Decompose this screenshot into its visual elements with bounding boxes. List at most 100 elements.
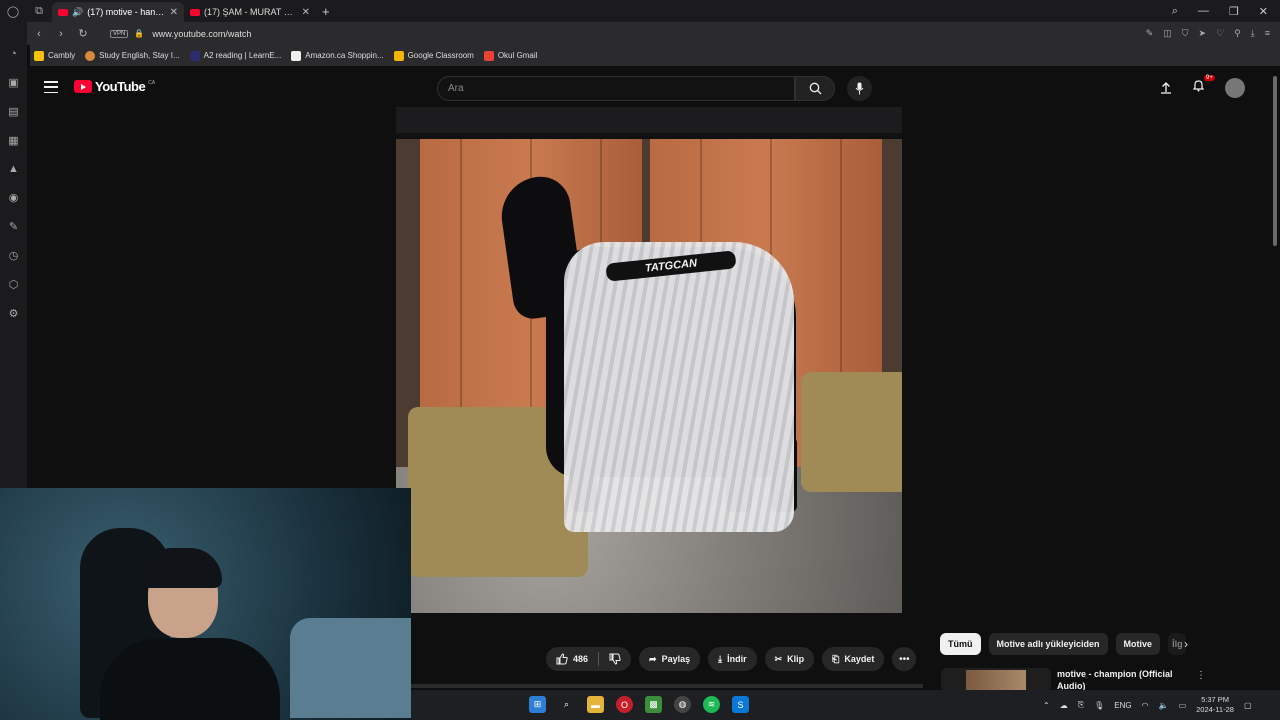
region-code: CA: [148, 79, 156, 86]
dislike-button[interactable]: [599, 647, 631, 671]
thumbs-down-icon: [609, 653, 621, 665]
voice-search-button[interactable]: [847, 76, 872, 101]
clock[interactable]: 5:37 PM 2024-11-28: [1196, 695, 1234, 715]
url-field[interactable]: www.youtube.com/watch: [152, 29, 251, 39]
save-button[interactable]: ⎗ Kaydet: [822, 647, 885, 671]
bookmark-google-classroom[interactable]: Google Classroom: [393, 50, 474, 61]
opera-icon[interactable]: O: [616, 696, 633, 713]
clock-date: 2024-11-28: [1196, 705, 1234, 714]
back-button[interactable]: ‹: [28, 28, 50, 40]
cube-icon[interactable]: ⬡: [9, 278, 19, 291]
recommendation-title[interactable]: motive - champion (Official Audio): [1057, 668, 1187, 690]
youtube-header: YouTube CA 9+: [27, 66, 1280, 108]
bookmark-study-english[interactable]: Study English, Stay I...: [85, 50, 180, 61]
arc-icon[interactable]: ▲: [8, 163, 19, 175]
bookmark-label: Okul Gmail: [497, 51, 538, 60]
shield-icon[interactable]: ⛉: [1182, 28, 1189, 39]
microphone-icon[interactable]: 🎙: [1094, 701, 1104, 710]
speed-dial-icon[interactable]: ◔: [10, 48, 17, 60]
maximize-button[interactable]: ❐: [1229, 5, 1239, 18]
new-tab-button[interactable]: +: [316, 4, 336, 19]
chevron-right-icon[interactable]: ›: [1184, 637, 1188, 651]
player-icon[interactable]: ◉: [9, 191, 19, 204]
chip-motive[interactable]: Motive: [1115, 633, 1161, 655]
page-scrollbar[interactable]: [1270, 66, 1280, 686]
clip-button[interactable]: ✂ Klip: [764, 647, 815, 671]
more-actions-button[interactable]: •••: [892, 647, 917, 671]
edit-notes-icon[interactable]: ✎: [9, 220, 18, 233]
forward-button[interactable]: ›: [50, 28, 72, 40]
tab-title: (17) motive - hanımefendi: [87, 7, 166, 17]
windows-taskbar: ⊞ ⌕ ▬ O ▩ ◍ ≋ S ⌃ ☁ ⎘ 🎙 ENG ◠ 🔈 ▭ 5:37 P…: [411, 690, 1280, 720]
spotify-icon[interactable]: ≋: [703, 696, 720, 713]
profile-icon[interactable]: ⚲: [1234, 28, 1241, 39]
battery-icon[interactable]: ▭: [1179, 701, 1187, 710]
chevron-up-icon[interactable]: ⌃: [1043, 701, 1050, 710]
send-icon[interactable]: ➤: [1199, 28, 1207, 39]
file-explorer-icon[interactable]: ▬: [587, 696, 604, 713]
obs-icon[interactable]: ◍: [674, 696, 691, 713]
download-button[interactable]: ⤓ İndir: [708, 647, 757, 671]
close-tab-icon[interactable]: ✕: [170, 7, 178, 18]
minecraft-icon[interactable]: ▩: [645, 696, 662, 713]
download-icon[interactable]: ⤓: [1251, 28, 1255, 39]
scissors-icon: ✂: [774, 653, 783, 664]
search-tabs-icon[interactable]: ⌕: [1172, 5, 1178, 18]
language-indicator[interactable]: ENG: [1114, 701, 1131, 710]
wifi-icon[interactable]: ◠: [1142, 701, 1149, 710]
lock-icon[interactable]: 🔒: [134, 29, 144, 38]
share-button[interactable]: ➦ Paylaş: [639, 647, 701, 671]
video-player[interactable]: TATGCAN: [396, 107, 902, 613]
guide-menu-icon[interactable]: [44, 81, 58, 93]
bookmark-label: Google Classroom: [407, 51, 474, 60]
reload-button[interactable]: ↻: [72, 27, 94, 40]
youtube-logo[interactable]: YouTube CA: [74, 79, 155, 94]
chip-from-uploader[interactable]: Motive adlı yükleyiciden: [988, 633, 1108, 655]
chip-all[interactable]: Tümü: [940, 633, 981, 655]
share-label: Paylaş: [661, 654, 691, 664]
windows-start-icon[interactable]: ⊞: [529, 696, 546, 713]
bookmark-amazon[interactable]: Amazon.ca Shoppin...: [291, 50, 384, 61]
heart-icon[interactable]: ♡: [1216, 28, 1224, 39]
search-icon: [809, 82, 821, 95]
minimize-button[interactable]: —: [1198, 5, 1209, 18]
search-box[interactable]: [437, 76, 795, 101]
vpn-badge[interactable]: VPN: [110, 29, 129, 38]
notifications-icon[interactable]: ▢: [1244, 701, 1252, 710]
opera-logo-icon[interactable]: ◯: [0, 0, 26, 22]
close-window-button[interactable]: ✕: [1259, 5, 1268, 18]
bookmark-cambly[interactable]: Cambly: [34, 50, 75, 61]
recommendation-menu-icon[interactable]: ⋮: [1196, 670, 1206, 681]
camera-icon[interactable]: ◫: [1163, 28, 1172, 39]
bookmark-icon: [85, 50, 96, 61]
notifications-button[interactable]: 9+: [1192, 75, 1215, 97]
wallet-icon[interactable]: ▣: [8, 76, 18, 89]
bookmark-a2-reading[interactable]: A2 reading | LearnE...: [189, 50, 281, 61]
avatar[interactable]: [1225, 78, 1245, 98]
tab-inactive[interactable]: (17) ŞAM - MURAT 131 / 8 ✕: [184, 2, 316, 22]
bookmark-icon: [291, 50, 302, 61]
tab-overview-icon[interactable]: ⧉: [26, 0, 52, 22]
search-button[interactable]: [795, 76, 835, 101]
tab-active[interactable]: 🔊 (17) motive - hanımefendi ✕: [52, 2, 184, 22]
edit-icon[interactable]: ✎: [1146, 28, 1154, 39]
search-icon[interactable]: ⌕: [558, 696, 575, 713]
notes-icon[interactable]: ▦: [8, 134, 18, 147]
skype-icon[interactable]: S: [732, 696, 749, 713]
upload-icon[interactable]: [1160, 82, 1172, 94]
network-share-icon[interactable]: ⎘: [1078, 700, 1084, 710]
history-icon[interactable]: ◷: [9, 249, 19, 262]
webcam-overlay: [0, 488, 411, 720]
close-tab-icon[interactable]: ✕: [302, 7, 310, 18]
speaker-icon: 🔊: [72, 6, 84, 17]
twitch-icon[interactable]: ▤: [8, 105, 18, 118]
onedrive-icon[interactable]: ☁: [1060, 701, 1068, 710]
settings-icon[interactable]: ⚙: [9, 307, 19, 320]
menu-icon[interactable]: ≡: [1265, 28, 1270, 39]
bookmark-okul-gmail[interactable]: Okul Gmail: [483, 50, 538, 61]
scrollbar-thumb[interactable]: [1273, 76, 1277, 246]
search-input[interactable]: [448, 83, 794, 94]
recommendation-thumbnail[interactable]: [941, 668, 1051, 692]
volume-icon[interactable]: 🔈: [1159, 701, 1169, 710]
like-button[interactable]: 486: [546, 647, 598, 671]
